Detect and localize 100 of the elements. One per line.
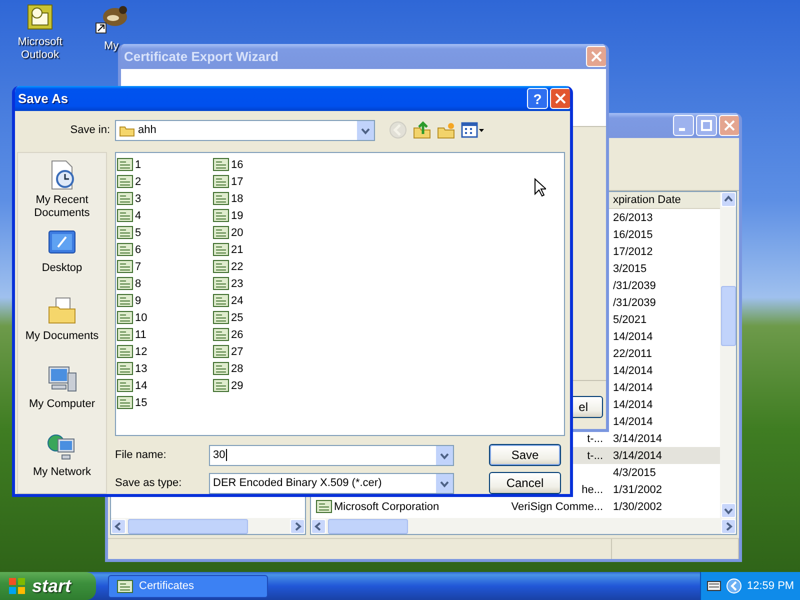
file-item[interactable]: 28	[231, 362, 244, 374]
file-item[interactable]: 26	[231, 328, 244, 340]
file-item[interactable]: 4	[135, 210, 142, 222]
close-button[interactable]	[550, 88, 570, 109]
certificate-icon	[117, 158, 133, 171]
arrow-circle-icon[interactable]	[726, 578, 742, 594]
vertical-scrollbar[interactable]	[720, 192, 736, 518]
file-item[interactable]: 11	[135, 328, 146, 340]
table-cell: 14/2014	[613, 364, 653, 376]
file-item[interactable]: 29	[231, 380, 244, 392]
file-item[interactable]: 24	[231, 294, 244, 306]
views-menu-icon	[461, 121, 485, 139]
certificate-icon	[117, 209, 133, 222]
file-item[interactable]: 8	[135, 278, 142, 290]
folder-up-icon	[413, 121, 431, 139]
file-item[interactable]: 18	[231, 192, 244, 204]
cancel-button[interactable]: Cancel	[489, 472, 561, 494]
window-title: Save As	[18, 91, 70, 106]
file-item[interactable]: 16	[231, 158, 244, 170]
file-name-field[interactable]: 30	[209, 444, 454, 466]
file-item[interactable]: 14	[135, 380, 148, 392]
certificate-icon	[117, 345, 133, 358]
file-item[interactable]: 6	[135, 244, 142, 256]
places-item[interactable]: My Recent Documents	[18, 194, 106, 220]
save-button[interactable]: Save	[489, 444, 561, 466]
file-item[interactable]: 7	[135, 260, 142, 272]
file-type-dropdown[interactable]: DER Encoded Binary X.509 (*.cer)	[209, 472, 454, 494]
close-button[interactable]	[586, 46, 606, 67]
certificate-icon	[117, 260, 133, 273]
certificate-icon	[213, 311, 229, 324]
file-item[interactable]: 13	[135, 362, 148, 374]
table-cell: 4/3/2015	[613, 466, 656, 478]
file-item[interactable]: 12	[135, 346, 148, 358]
certificate-icon	[213, 226, 229, 239]
certificate-icon	[117, 175, 133, 188]
clock: 12:59 PM	[747, 580, 794, 592]
back-icon	[389, 121, 407, 139]
file-item[interactable]: 15	[135, 396, 148, 408]
file-item[interactable]: 17	[231, 176, 244, 188]
folder-icon	[119, 124, 135, 136]
file-item[interactable]: 10	[135, 312, 148, 324]
raccoon-icon[interactable]	[95, 4, 129, 34]
file-item[interactable]: 9	[135, 294, 142, 306]
certificate-icon	[213, 175, 229, 188]
file-item[interactable]: 3	[135, 192, 142, 204]
certificate-row[interactable]: Microsoft Corporation VeriSign Comme... 1/30/2002	[311, 498, 720, 515]
table-cell: Microsoft Corporation	[334, 500, 440, 512]
certificate-icon	[213, 294, 229, 307]
save-in-dropdown[interactable]: ahh	[115, 120, 375, 140]
places-item[interactable]: My Documents	[25, 330, 99, 343]
file-item[interactable]: 20	[231, 226, 244, 238]
file-item[interactable]: 25	[231, 312, 244, 324]
scrollbar-thumb[interactable]	[328, 518, 408, 534]
close-icon	[724, 120, 735, 131]
certificate-icon	[117, 379, 133, 392]
file-item[interactable]: 21	[231, 244, 244, 256]
certificate-icon	[117, 328, 133, 341]
certificate-icon	[117, 580, 133, 592]
certificate-icon	[117, 362, 133, 375]
table-cell: 14/2014	[613, 330, 653, 342]
minimize-icon	[678, 128, 684, 130]
start-button[interactable]: start	[0, 572, 96, 600]
taskbar-button[interactable]: Certificates	[108, 574, 268, 598]
help-button[interactable]: ?	[527, 88, 548, 109]
file-item[interactable]: 23	[231, 278, 244, 290]
certificate-icon	[213, 260, 229, 273]
certificate-icon	[117, 396, 133, 409]
scrollbar-thumb[interactable]	[128, 518, 248, 534]
horizontal-scrollbar[interactable]	[111, 518, 305, 534]
table-cell: 5/2021	[613, 314, 647, 326]
table-cell: 14/2014	[613, 416, 653, 428]
file-item[interactable]: 5	[135, 226, 142, 238]
minimize-button[interactable]	[673, 115, 694, 136]
places-item[interactable]: Desktop	[42, 262, 82, 275]
file-item[interactable]: 2	[135, 176, 142, 188]
horizontal-scrollbar[interactable]	[311, 518, 736, 534]
certificate-icon	[117, 294, 133, 307]
maximize-button[interactable]	[696, 115, 717, 136]
calendar-icon[interactable]	[27, 4, 53, 30]
table-cell: 22/2011	[613, 348, 652, 360]
certificate-icon	[117, 192, 133, 205]
maximize-icon	[701, 120, 712, 131]
certificate-icon	[316, 500, 332, 513]
new-folder-icon	[437, 121, 455, 139]
keyboard-icon[interactable]	[707, 581, 721, 591]
table-cell: 14/2014	[613, 382, 653, 394]
places-item[interactable]: My Computer	[28, 398, 96, 411]
file-item[interactable]: 1	[135, 158, 142, 170]
certificate-icon	[213, 192, 229, 205]
certificate-icon	[117, 226, 133, 239]
close-button[interactable]	[719, 115, 739, 136]
certificate-icon	[213, 243, 229, 256]
table-cell: 1/30/2002	[613, 500, 662, 512]
file-item[interactable]: 19	[231, 210, 244, 222]
file-item[interactable]: 22	[231, 260, 244, 272]
scrollbar-thumb[interactable]	[720, 286, 736, 346]
table-cell: he...	[582, 484, 603, 496]
table-cell: 3/2015	[613, 262, 647, 274]
places-item[interactable]: My Network	[32, 466, 92, 479]
file-item[interactable]: 27	[231, 346, 244, 358]
